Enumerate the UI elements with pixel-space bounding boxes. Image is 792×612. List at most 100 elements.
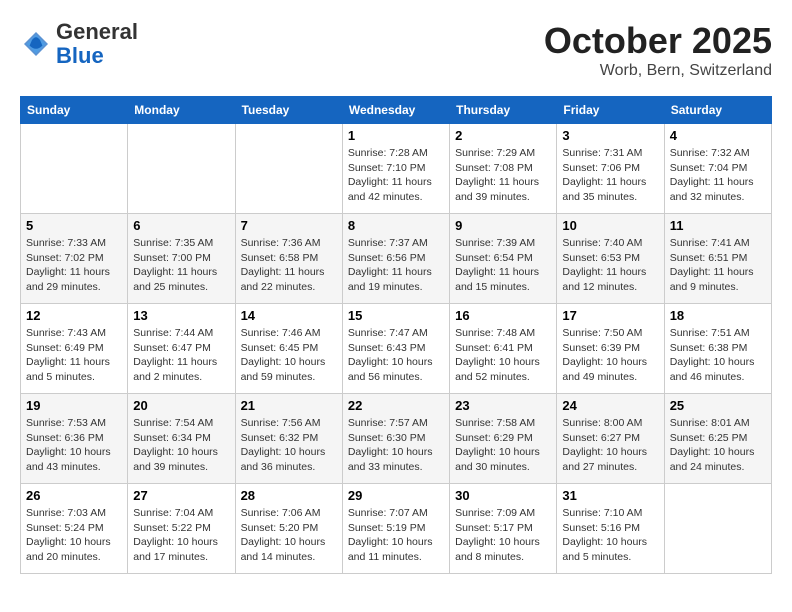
day-number: 7 bbox=[241, 218, 337, 233]
day-number: 19 bbox=[26, 398, 122, 413]
day-number: 16 bbox=[455, 308, 551, 323]
calendar-cell: 13 Sunrise: 7:44 AMSunset: 6:47 PMDayligh… bbox=[128, 304, 235, 394]
day-number: 2 bbox=[455, 128, 551, 143]
weekday-header: Friday bbox=[557, 97, 664, 124]
calendar-week-row: 26Sunrise: 7:03 AMSunset: 5:24 PMDayligh… bbox=[21, 484, 772, 574]
calendar-cell: 6 Sunrise: 7:35 AMSunset: 7:00 PMDaylight… bbox=[128, 214, 235, 304]
day-number: 5 bbox=[26, 218, 122, 233]
calendar-cell bbox=[235, 124, 342, 214]
day-number: 14 bbox=[241, 308, 337, 323]
calendar-cell: 11 Sunrise: 7:41 AMSunset: 6:51 PMDayligh… bbox=[664, 214, 771, 304]
calendar-cell: 19 Sunrise: 7:53 AMSunset: 6:36 PMDayligh… bbox=[21, 394, 128, 484]
day-number: 28 bbox=[241, 488, 337, 503]
day-number: 24 bbox=[562, 398, 658, 413]
calendar-cell: 27 Sunrise: 7:04 AMSunset: 5:22 PMDayligh… bbox=[128, 484, 235, 574]
calendar-cell: 31 Sunrise: 7:10 AMSunset: 5:16 PMDayligh… bbox=[557, 484, 664, 574]
weekday-header: Thursday bbox=[450, 97, 557, 124]
calendar-cell: 2 Sunrise: 7:29 AMSunset: 7:08 PMDaylight… bbox=[450, 124, 557, 214]
day-number: 8 bbox=[348, 218, 444, 233]
calendar-cell: 18Sunrise: 7:51 AMSunset: 6:38 PMDayligh… bbox=[664, 304, 771, 394]
day-number: 13 bbox=[133, 308, 229, 323]
calendar-cell: 26Sunrise: 7:03 AMSunset: 5:24 PMDayligh… bbox=[21, 484, 128, 574]
day-info: Sunrise: 7:28 AMSunset: 7:10 PMDaylight:… bbox=[348, 146, 444, 205]
day-number: 11 bbox=[670, 218, 766, 233]
calendar-cell: 9Sunrise: 7:39 AMSunset: 6:54 PMDaylight… bbox=[450, 214, 557, 304]
day-info: Sunrise: 7:43 AMSunset: 6:49 PMDaylight:… bbox=[26, 326, 122, 385]
calendar-cell: 7 Sunrise: 7:36 AMSunset: 6:58 PMDaylight… bbox=[235, 214, 342, 304]
calendar-cell: 22 Sunrise: 7:57 AMSunset: 6:30 PMDayligh… bbox=[342, 394, 449, 484]
day-number: 6 bbox=[133, 218, 229, 233]
day-number: 22 bbox=[348, 398, 444, 413]
calendar-week-row: 1 Sunrise: 7:28 AMSunset: 7:10 PMDaylight… bbox=[21, 124, 772, 214]
day-number: 3 bbox=[562, 128, 658, 143]
calendar-week-row: 5 Sunrise: 7:33 AMSunset: 7:02 PMDaylight… bbox=[21, 214, 772, 304]
calendar-cell: 3 Sunrise: 7:31 AMSunset: 7:06 PMDaylight… bbox=[557, 124, 664, 214]
calendar-cell: 8 Sunrise: 7:37 AMSunset: 6:56 PMDaylight… bbox=[342, 214, 449, 304]
day-number: 30 bbox=[455, 488, 551, 503]
day-info: Sunrise: 7:50 AMSunset: 6:39 PMDaylight:… bbox=[562, 326, 658, 385]
weekday-header: Monday bbox=[128, 97, 235, 124]
day-info: Sunrise: 7:29 AMSunset: 7:08 PMDaylight:… bbox=[455, 146, 551, 205]
weekday-header: Sunday bbox=[21, 97, 128, 124]
day-info: Sunrise: 8:00 AMSunset: 6:27 PMDaylight:… bbox=[562, 416, 658, 475]
day-info: Sunrise: 7:10 AMSunset: 5:16 PMDaylight:… bbox=[562, 506, 658, 565]
day-number: 10 bbox=[562, 218, 658, 233]
calendar-cell bbox=[21, 124, 128, 214]
calendar-cell: 14 Sunrise: 7:46 AMSunset: 6:45 PMDayligh… bbox=[235, 304, 342, 394]
day-info: Sunrise: 7:37 AMSunset: 6:56 PMDaylight:… bbox=[348, 236, 444, 295]
logo-text: General Blue bbox=[56, 20, 138, 68]
calendar-cell: 23Sunrise: 7:58 AMSunset: 6:29 PMDayligh… bbox=[450, 394, 557, 484]
day-info: Sunrise: 7:44 AMSunset: 6:47 PMDaylight:… bbox=[133, 326, 229, 385]
location: Worb, Bern, Switzerland bbox=[544, 62, 772, 80]
calendar-week-row: 12 Sunrise: 7:43 AMSunset: 6:49 PMDayligh… bbox=[21, 304, 772, 394]
day-number: 27 bbox=[133, 488, 229, 503]
day-number: 4 bbox=[670, 128, 766, 143]
day-info: Sunrise: 8:01 AMSunset: 6:25 PMDaylight:… bbox=[670, 416, 766, 475]
day-info: Sunrise: 7:07 AMSunset: 5:19 PMDaylight:… bbox=[348, 506, 444, 565]
day-info: Sunrise: 7:41 AMSunset: 6:51 PMDaylight:… bbox=[670, 236, 766, 295]
calendar-cell: 24 Sunrise: 8:00 AMSunset: 6:27 PMDayligh… bbox=[557, 394, 664, 484]
weekday-header: Saturday bbox=[664, 97, 771, 124]
calendar-cell: 25 Sunrise: 8:01 AMSunset: 6:25 PMDayligh… bbox=[664, 394, 771, 484]
day-info: Sunrise: 7:04 AMSunset: 5:22 PMDaylight:… bbox=[133, 506, 229, 565]
day-number: 1 bbox=[348, 128, 444, 143]
calendar-cell: 20Sunrise: 7:54 AMSunset: 6:34 PMDayligh… bbox=[128, 394, 235, 484]
calendar-header: SundayMondayTuesdayWednesdayThursdayFrid… bbox=[21, 97, 772, 124]
calendar-cell: 1 Sunrise: 7:28 AMSunset: 7:10 PMDaylight… bbox=[342, 124, 449, 214]
calendar-cell: 28 Sunrise: 7:06 AMSunset: 5:20 PMDayligh… bbox=[235, 484, 342, 574]
day-number: 15 bbox=[348, 308, 444, 323]
day-info: Sunrise: 7:46 AMSunset: 6:45 PMDaylight:… bbox=[241, 326, 337, 385]
logo-general: General bbox=[56, 19, 138, 44]
day-number: 12 bbox=[26, 308, 122, 323]
weekday-header-row: SundayMondayTuesdayWednesdayThursdayFrid… bbox=[21, 97, 772, 124]
day-number: 26 bbox=[26, 488, 122, 503]
calendar-cell: 17 Sunrise: 7:50 AMSunset: 6:39 PMDayligh… bbox=[557, 304, 664, 394]
day-info: Sunrise: 7:47 AMSunset: 6:43 PMDaylight:… bbox=[348, 326, 444, 385]
day-number: 31 bbox=[562, 488, 658, 503]
day-number: 23 bbox=[455, 398, 551, 413]
day-number: 25 bbox=[670, 398, 766, 413]
calendar-cell: 10Sunrise: 7:40 AMSunset: 6:53 PMDayligh… bbox=[557, 214, 664, 304]
calendar-week-row: 19 Sunrise: 7:53 AMSunset: 6:36 PMDayligh… bbox=[21, 394, 772, 484]
day-info: Sunrise: 7:51 AMSunset: 6:38 PMDaylight:… bbox=[670, 326, 766, 385]
day-info: Sunrise: 7:36 AMSunset: 6:58 PMDaylight:… bbox=[241, 236, 337, 295]
calendar-body: 1 Sunrise: 7:28 AMSunset: 7:10 PMDaylight… bbox=[21, 124, 772, 574]
day-info: Sunrise: 7:39 AMSunset: 6:54 PMDaylight:… bbox=[455, 236, 551, 295]
day-info: Sunrise: 7:35 AMSunset: 7:00 PMDaylight:… bbox=[133, 236, 229, 295]
day-number: 20 bbox=[133, 398, 229, 413]
calendar-cell: 5 Sunrise: 7:33 AMSunset: 7:02 PMDaylight… bbox=[21, 214, 128, 304]
day-info: Sunrise: 7:06 AMSunset: 5:20 PMDaylight:… bbox=[241, 506, 337, 565]
calendar-cell: 12 Sunrise: 7:43 AMSunset: 6:49 PMDayligh… bbox=[21, 304, 128, 394]
calendar-cell bbox=[664, 484, 771, 574]
logo: General Blue bbox=[20, 20, 138, 68]
calendar-cell: 4Sunrise: 7:32 AMSunset: 7:04 PMDaylight… bbox=[664, 124, 771, 214]
day-info: Sunrise: 7:56 AMSunset: 6:32 PMDaylight:… bbox=[241, 416, 337, 475]
day-info: Sunrise: 7:31 AMSunset: 7:06 PMDaylight:… bbox=[562, 146, 658, 205]
day-number: 17 bbox=[562, 308, 658, 323]
calendar-cell: 29Sunrise: 7:07 AMSunset: 5:19 PMDayligh… bbox=[342, 484, 449, 574]
day-number: 21 bbox=[241, 398, 337, 413]
day-info: Sunrise: 7:33 AMSunset: 7:02 PMDaylight:… bbox=[26, 236, 122, 295]
day-info: Sunrise: 7:53 AMSunset: 6:36 PMDaylight:… bbox=[26, 416, 122, 475]
title-block: October 2025 Worb, Bern, Switzerland bbox=[544, 20, 772, 80]
day-info: Sunrise: 7:57 AMSunset: 6:30 PMDaylight:… bbox=[348, 416, 444, 475]
